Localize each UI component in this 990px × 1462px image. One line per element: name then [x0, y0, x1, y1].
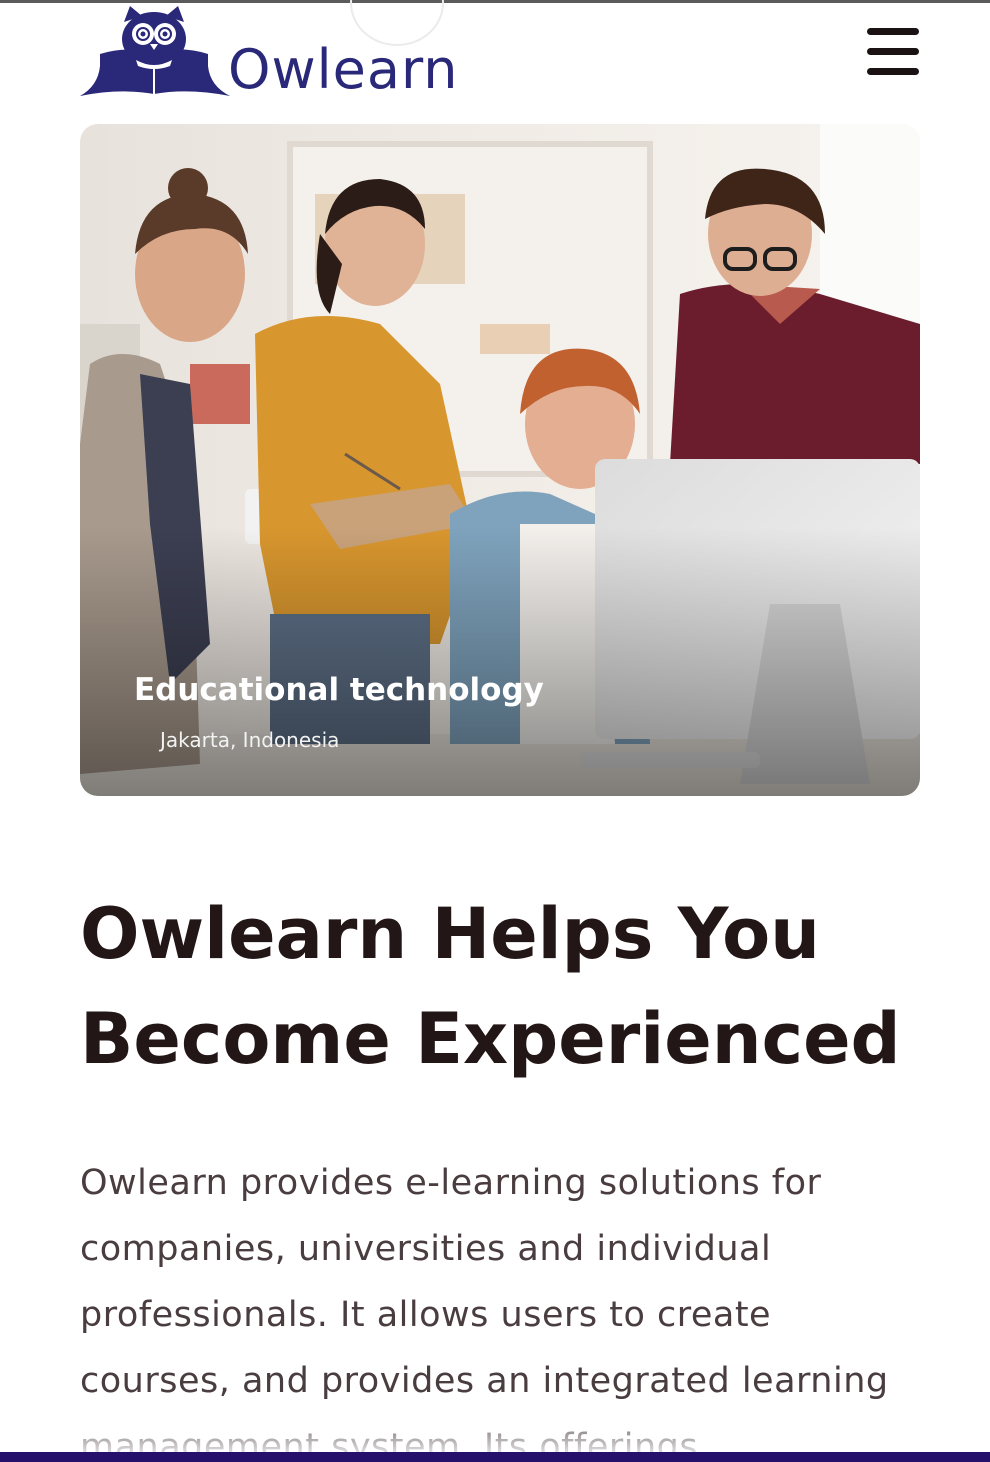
site-header: Owlearn	[80, 0, 920, 110]
bottom-accent-bar	[0, 1452, 990, 1462]
hero-location: Jakarta, Indonesia	[160, 728, 340, 752]
brand-logo[interactable]: Owlearn	[80, 4, 480, 101]
page-headline: Owlearn Helps You Become Experienced	[80, 893, 901, 1080]
page: Owlearn Educational technology Jakarta, …	[0, 0, 990, 1462]
hero-card[interactable]: Educational technology Jakarta, Indonesi…	[80, 124, 920, 796]
bottom-fade	[0, 1408, 990, 1454]
hero-title: Educational technology	[134, 672, 544, 708]
hamburger-menu-button[interactable]	[864, 26, 920, 78]
brand-name: Owlearn	[228, 38, 459, 101]
owl-on-book-icon	[80, 6, 230, 96]
